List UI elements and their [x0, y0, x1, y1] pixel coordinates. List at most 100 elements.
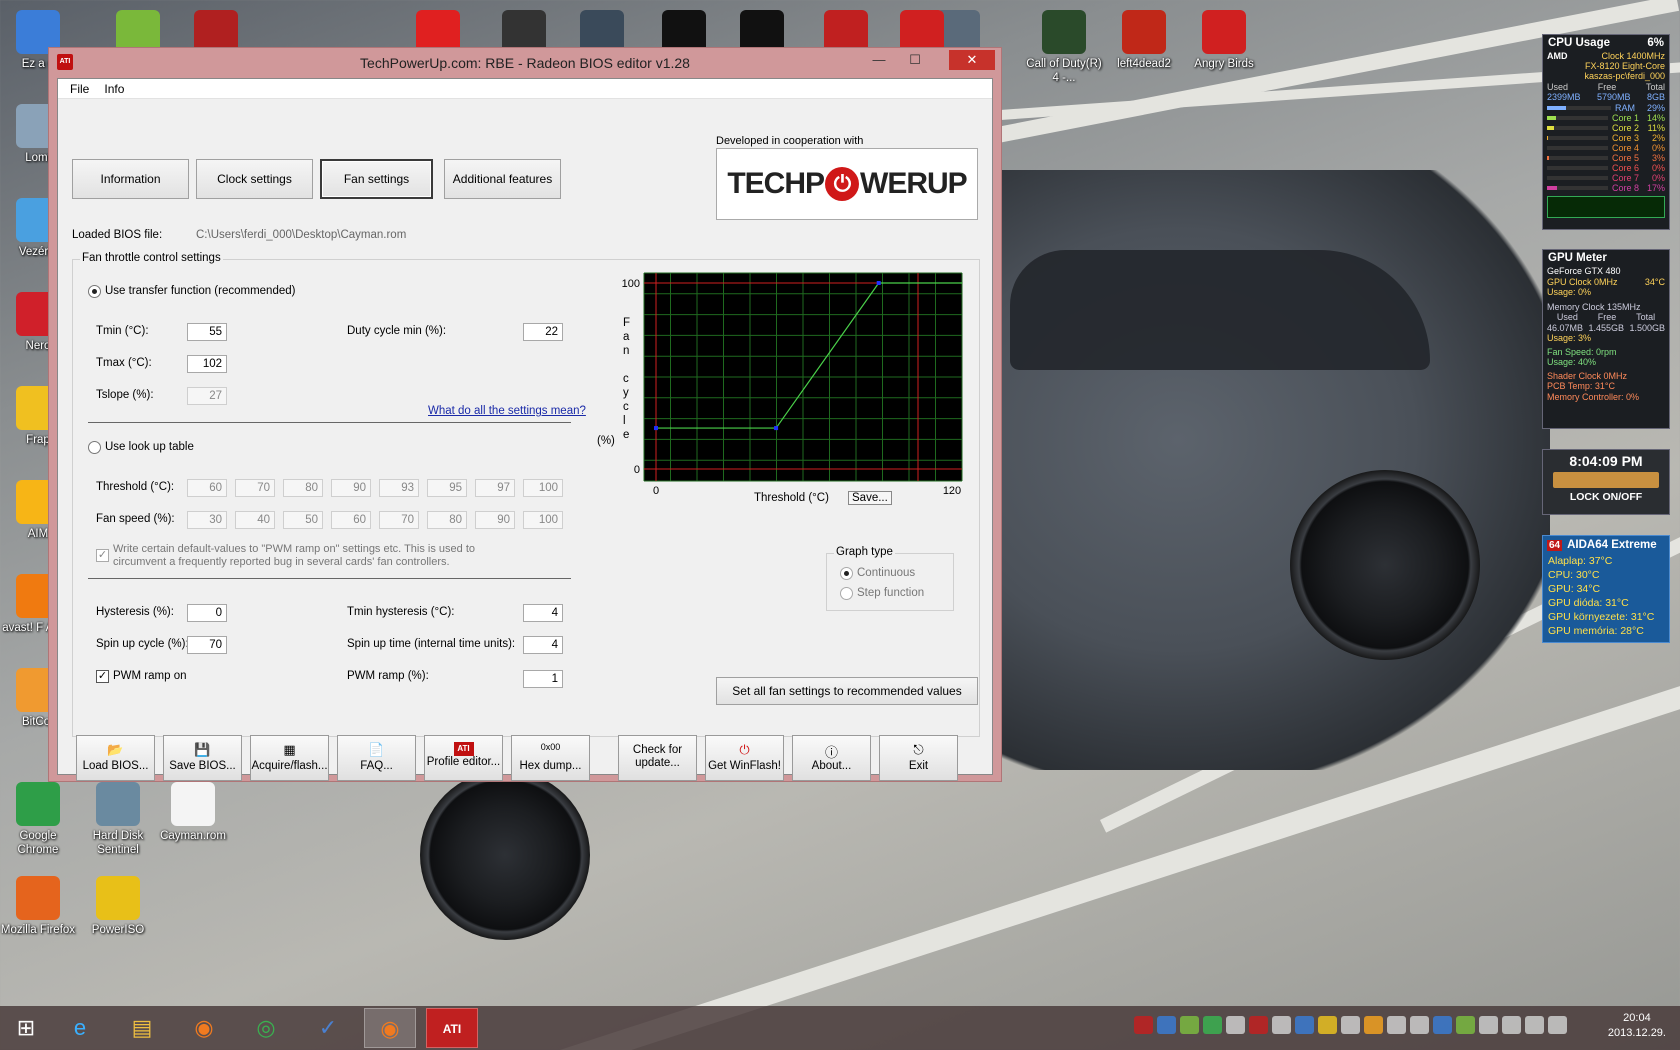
tab-clock-settings[interactable]: Clock settings [196, 159, 313, 199]
desktop-icon[interactable]: left4dead2 [1106, 10, 1182, 71]
tmin-hysteresis-input[interactable]: 4 [523, 604, 563, 622]
tray-icon[interactable] [1180, 1016, 1199, 1034]
desktop-icon-label: Call of Duty(R) 4 -... [1026, 58, 1102, 84]
menu-info[interactable]: Info [98, 79, 130, 99]
gpu-clock: GPU Clock 0MHz [1547, 276, 1618, 287]
spinup-time-input[interactable]: 4 [523, 636, 563, 654]
bottom-button-hex-dump[interactable]: 0x00 Hex dump... [511, 735, 590, 781]
tray-icon[interactable] [1502, 1016, 1521, 1034]
taskbar-firefox[interactable]: ◉ [364, 1008, 416, 1048]
tray-icon[interactable] [1433, 1016, 1452, 1034]
fan-throttle-group-title: Fan throttle control settings [80, 252, 223, 264]
tmin-input[interactable]: 55 [187, 323, 227, 341]
bottom-button-faq[interactable]: 📄 FAQ... [337, 735, 416, 781]
tray-icon[interactable] [1249, 1016, 1268, 1034]
tray-icon[interactable] [1456, 1016, 1475, 1034]
tray-icon[interactable] [1157, 1016, 1176, 1034]
desktop-icon[interactable]: Call of Duty(R) 4 -... [1026, 10, 1102, 85]
gpu-mem-headers: Used Free Total [1547, 312, 1665, 323]
desktop-icon[interactable]: PowerISO [80, 876, 156, 937]
gpu-memory-table: Used Free Total 46.07MB 1.455GB 1.500GB [1547, 312, 1665, 333]
bottom-button-label: Exit [908, 760, 929, 772]
cpu-core-value: 3% [1651, 153, 1665, 163]
menu-file[interactable]: File [64, 79, 95, 99]
transfer-function-radio[interactable] [88, 285, 101, 298]
tab-additional-features[interactable]: Additional features [444, 159, 561, 199]
pwm-ramp-input[interactable]: 1 [523, 670, 563, 688]
gpu-shader-clock: Shader Clock 0MHz [1547, 370, 1628, 381]
amd-logo: AMD [1547, 51, 1568, 61]
lookup-table-radio[interactable] [88, 441, 101, 454]
lookup-table-label: Use look up table [105, 441, 194, 453]
hysteresis-input[interactable]: 0 [187, 604, 227, 622]
tray-icon[interactable] [1272, 1016, 1291, 1034]
duty-min-input[interactable]: 22 [523, 323, 563, 341]
tray-icon[interactable] [1387, 1016, 1406, 1034]
close-button[interactable]: ✕ [949, 50, 995, 70]
taskbar-start[interactable]: ⊞ [0, 1008, 52, 1048]
ati-app-icon: ATI [57, 54, 73, 70]
power-icon: ⏻ [739, 742, 750, 757]
open-folder-icon: 📂 [107, 742, 124, 757]
bottom-button-acquire-flash[interactable]: ▦ Acquire/flash... [250, 735, 329, 781]
taskbar-task[interactable]: ✓ [302, 1008, 354, 1048]
tray-icon[interactable] [1295, 1016, 1314, 1034]
cpu-core-row: Core 2 11% [1547, 123, 1665, 133]
tab-fan-settings[interactable]: Fan settings [320, 159, 433, 199]
spinup-cycle-input[interactable]: 70 [187, 636, 227, 654]
desktop-icon[interactable]: Hard Disk Sentinel [80, 782, 156, 857]
title-bar[interactable]: ATI TechPowerUp.com: RBE - Radeon BIOS e… [49, 48, 1001, 78]
aida64-sensor-line: GPU dióda: 31°C [1548, 597, 1629, 609]
cpu-history-graph [1547, 196, 1665, 218]
minimize-button[interactable]: — [865, 50, 893, 70]
duty-min-label: Duty cycle min (%): [347, 325, 447, 337]
bottom-button-profile-editor[interactable]: ATI Profile editor... [424, 735, 503, 781]
cpu-usage-gadget: CPU Usage 6% AMD Clock 1400MHz FX-8120 E… [1542, 34, 1670, 230]
tray-icon[interactable] [1134, 1016, 1153, 1034]
tray-icon[interactable] [1364, 1016, 1383, 1034]
maximize-button[interactable]: ☐ [901, 50, 929, 70]
tray-icon[interactable] [1203, 1016, 1222, 1034]
settings-help-link[interactable]: What do all the settings mean? [428, 405, 586, 417]
tray-icon[interactable] [1318, 1016, 1337, 1034]
tmax-input[interactable]: 102 [187, 355, 227, 373]
taskbar-chrome[interactable]: ◎ [240, 1008, 292, 1048]
desktop-icon[interactable]: Cayman.rom [155, 782, 231, 843]
tray-icon[interactable] [1525, 1016, 1544, 1034]
tray-icon[interactable] [1548, 1016, 1567, 1034]
taskbar-file-explorer[interactable]: ▤ [116, 1008, 168, 1048]
taskbar-clock[interactable]: 20:04 2013.12.29. [1608, 1011, 1666, 1041]
desktop-icon[interactable]: Google Chrome [0, 782, 76, 857]
pwm-ramp-on-checkbox[interactable]: ✓ [96, 670, 109, 683]
bottom-button-exit[interactable]: ⎋ Exit [879, 735, 958, 781]
power-icon: ⏻ [825, 167, 859, 201]
tray-icon[interactable] [1479, 1016, 1498, 1034]
taskbar-internet-explorer[interactable]: e [54, 1008, 106, 1048]
bottom-button-check-for-update[interactable]: Check for update... [618, 735, 697, 781]
chip-icon: ▦ [283, 742, 296, 757]
graph-type-title: Graph type [834, 546, 895, 558]
continuous-radio [840, 567, 853, 580]
bottom-button-get-winflash[interactable]: ⏻ Get WinFlash! [705, 735, 784, 781]
tray-icon[interactable] [1410, 1016, 1429, 1034]
aida64-title: AIDA64 Extreme [1567, 539, 1657, 551]
tray-icon[interactable] [1341, 1016, 1360, 1034]
recommended-values-button[interactable]: Set all fan settings to recommended valu… [716, 677, 978, 705]
bottom-button-about[interactable]: ⓘ About... [792, 735, 871, 781]
chart-save-button[interactable]: Save... [848, 491, 892, 505]
desktop-icon[interactable]: Angry Birds [1186, 10, 1262, 71]
taskbar-firefox[interactable]: ◉ [178, 1008, 230, 1048]
tab-information[interactable]: Information [72, 159, 189, 199]
pwm-ramp-on-label: PWM ramp on [113, 670, 187, 682]
aida64-sensor-line: GPU memória: 28°C [1548, 625, 1644, 637]
bottom-button-load-bios[interactable]: 📂 Load BIOS... [76, 735, 155, 781]
tray-icon[interactable] [1226, 1016, 1245, 1034]
desktop-icon[interactable]: Mozilla Firefox [0, 876, 76, 937]
lock-toggle[interactable]: LOCK ON/OFF [1543, 491, 1669, 503]
bottom-button-save-bios[interactable]: 💾 Save BIOS... [163, 735, 242, 781]
taskbar-rbe[interactable]: ATI [426, 1008, 478, 1048]
tmin-hysteresis-label: Tmin hysteresis (°C): [347, 606, 455, 618]
ram-bar-fill [1547, 106, 1566, 110]
cpu-core-row: Core 3 2% [1547, 133, 1665, 143]
cooperation-text: Developed in cooperation with [716, 135, 864, 147]
